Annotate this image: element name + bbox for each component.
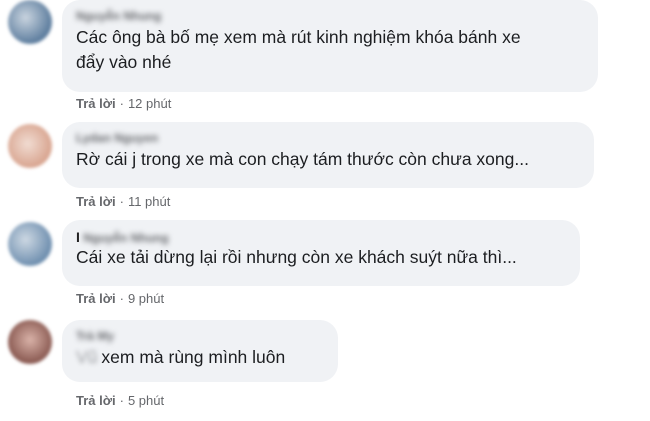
- comment-actions: Trả lời · 11 phút: [76, 194, 170, 209]
- comment-author: I Nguyễn Nhung: [76, 229, 566, 245]
- mention-tag[interactable]: Vũ: [76, 347, 97, 367]
- comment-bubble: Nguyễn Nhung Các ông bà bố mẹ xem mà rút…: [62, 0, 598, 92]
- reply-button[interactable]: Trả lời: [76, 393, 116, 408]
- comment-actions: Trả lời · 5 phút: [76, 393, 164, 408]
- avatar[interactable]: [8, 222, 52, 266]
- comment-author-name[interactable]: Nguyễn Nhung: [83, 231, 168, 245]
- avatar[interactable]: [8, 124, 52, 168]
- comment-bubble: Trà My Vũ xem mà rùng mình luôn: [62, 320, 338, 382]
- separator: ·: [119, 393, 124, 408]
- comment-time[interactable]: 9 phút: [128, 291, 164, 306]
- comment-text: xem mà rùng mình luôn: [101, 347, 286, 367]
- comment-text-line: Rờ cái j trong xe mà con chạy tám thước …: [76, 149, 529, 169]
- separator: ·: [119, 291, 124, 306]
- avatar[interactable]: [8, 0, 52, 44]
- reply-button[interactable]: Trả lời: [76, 96, 116, 111]
- separator: ·: [119, 194, 124, 209]
- comment-author[interactable]: Trà My: [76, 329, 324, 345]
- reply-button[interactable]: Trả lời: [76, 291, 116, 306]
- comment-bubble: I Nguyễn Nhung Cái xe tải dừng lại rồi n…: [62, 220, 580, 286]
- comment-actions: Trả lời · 12 phút: [76, 96, 171, 111]
- separator: ·: [119, 96, 124, 111]
- comment-time[interactable]: 5 phút: [128, 393, 164, 408]
- comment-author[interactable]: Lydan Nguyen: [76, 131, 580, 147]
- reply-button[interactable]: Trả lời: [76, 194, 116, 209]
- comment-time[interactable]: 11 phút: [128, 194, 170, 209]
- avatar[interactable]: [8, 320, 52, 364]
- comment-text-line: Vũ xem mà rùng mình luôn: [76, 345, 324, 370]
- comment-time[interactable]: 12 phút: [128, 96, 171, 111]
- comment-author[interactable]: Nguyễn Nhung: [76, 9, 584, 25]
- comment-text-line: Cái xe tải dừng lại rồi nhưng còn xe khá…: [76, 247, 517, 267]
- comment-text-line: đẩy vào nhé: [76, 52, 172, 72]
- author-tag: I: [76, 229, 80, 245]
- comment-actions: Trả lời · 9 phút: [76, 291, 164, 306]
- comment-text-line: Các ông bà bố mẹ xem mà rút kinh nghiệm …: [76, 27, 521, 47]
- comment-bubble: Lydan Nguyen Rờ cái j trong xe mà con ch…: [62, 122, 594, 188]
- comment-thread: Nguyễn Nhung Các ông bà bố mẹ xem mà rút…: [0, 0, 650, 421]
